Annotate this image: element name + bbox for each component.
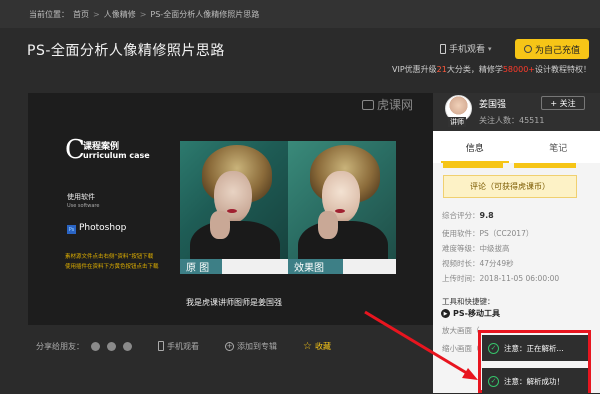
- download-note-2: 使用插件在资料下方黄色按钮点击下载: [65, 262, 159, 270]
- info-duration-row: 视频时长：47分49秒: [442, 258, 514, 269]
- chevron-down-icon: ▾: [488, 45, 492, 53]
- follower-count: 关注人数：45511: [479, 115, 544, 126]
- mobile-watch-label: 手机观看: [449, 42, 485, 55]
- software-value: PS（CC2017）: [480, 229, 534, 238]
- breadcrumb-prefix: 当前位置：: [29, 9, 69, 20]
- add-to-album-label: 添加到专辑: [237, 341, 277, 352]
- label-bar: [222, 259, 288, 274]
- share-label: 分享给朋友：: [36, 341, 84, 352]
- online-value: 2018-11-05 06:00:00: [480, 274, 560, 283]
- watermark-text: 虎课网: [377, 96, 413, 113]
- info-difficulty-row: 难度等级：中级拔高: [442, 243, 510, 254]
- duration-value: 47分49秒: [480, 259, 514, 268]
- tool-item-label: PS-移动工具: [453, 308, 500, 319]
- software-label-en: Use software: [67, 203, 99, 209]
- yellow-button-stub[interactable]: [514, 163, 576, 168]
- tool-item[interactable]: ▶ PS-移动工具: [441, 308, 500, 319]
- breadcrumb-separator: >: [93, 10, 100, 19]
- software-label: 使用软件: [67, 192, 95, 202]
- download-note-1: 素材源文件点击右侧“资料”按钮下载: [65, 252, 153, 260]
- info-score-row: 综合评分：9.8: [442, 210, 494, 221]
- info-label: 综合评分：: [442, 211, 480, 220]
- mobile-watch-link-label: 手机观看: [167, 341, 199, 352]
- original-photo-label: 原 图: [180, 259, 222, 274]
- course-letter: C: [65, 135, 85, 165]
- breadcrumb-separator: >: [140, 10, 147, 19]
- watermark: 虎课网: [362, 96, 413, 113]
- check-circle-icon: ✓: [488, 376, 499, 387]
- add-to-album-button[interactable]: + 添加到专辑: [225, 341, 277, 352]
- review-button[interactable]: 评论（可获得虎课币）: [443, 175, 577, 198]
- info-label: 使用软件：: [442, 229, 480, 238]
- check-circle-icon: ✓: [488, 343, 499, 354]
- result-photo: [288, 141, 396, 274]
- tab-notes[interactable]: 笔记: [517, 131, 600, 163]
- software-name: Photoshop: [79, 223, 126, 233]
- info-label: 视频时长：: [442, 259, 480, 268]
- breadcrumb-category[interactable]: 人像精修: [104, 9, 136, 20]
- toast-text: 注意：正在解析...: [504, 343, 564, 354]
- qq-icon[interactable]: [91, 342, 100, 351]
- video-caption: 我是虎课讲师图师是姜国强: [186, 297, 282, 308]
- vip-promo[interactable]: VIP优惠升级21大分类，精修学58000+设计教程特权！: [392, 64, 591, 75]
- zoom-in-shortcut: 放大画面（: [442, 325, 480, 336]
- toast-notification: ✓ 注意：解析成功！: [482, 368, 588, 394]
- page-title: PS-全面分析人像精修照片思路: [27, 40, 225, 60]
- tools-label: 工具和快捷键：: [442, 296, 495, 307]
- info-software-row: 使用软件：PS（CC2017）: [442, 228, 533, 239]
- photoshop-icon: Ps: [67, 225, 76, 234]
- breadcrumb-current: PS-全面分析人像精修照片思路: [150, 9, 259, 20]
- info-online-row: 上传时间：2018-11-05 06:00:00: [442, 273, 559, 284]
- vip-text: VIP优惠升级: [392, 65, 437, 74]
- result-photo-label: 效果图: [288, 259, 343, 274]
- favorite-button[interactable]: ☆ 收藏: [303, 341, 331, 352]
- yellow-button-stub[interactable]: [443, 163, 503, 168]
- coin-icon: [524, 45, 532, 53]
- share-bar: 分享给朋友： 手机观看 + 添加到专辑 ☆ 收藏: [28, 333, 433, 359]
- huke-logo-icon: [362, 100, 374, 110]
- tab-info[interactable]: 信息: [433, 131, 517, 163]
- weibo-icon[interactable]: [123, 342, 132, 351]
- zoom-out-shortcut: 缩小画面（: [442, 343, 480, 354]
- info-label: 上传时间：: [442, 274, 480, 283]
- toast-notification: ✓ 注意：正在解析...: [482, 335, 588, 361]
- favorite-label: 收藏: [315, 341, 331, 352]
- teacher-name[interactable]: 姜国强: [479, 97, 506, 110]
- mobile-watch-button[interactable]: 手机观看 ▾: [440, 42, 492, 55]
- follow-button[interactable]: + 关注: [541, 96, 585, 110]
- plus-icon: +: [225, 342, 234, 351]
- play-icon: ▶: [441, 309, 450, 318]
- phone-icon: [158, 341, 164, 351]
- recharge-label: 为自己充值: [535, 43, 580, 56]
- course-title-en: urriculum case: [83, 151, 150, 160]
- panel-tabs: 信息 笔记: [433, 131, 600, 163]
- wechat-icon[interactable]: [107, 342, 116, 351]
- phone-icon: [440, 44, 446, 54]
- teacher-tag: 讲师: [448, 117, 466, 127]
- vip-text: 大分类，精修学: [447, 65, 503, 74]
- original-photo: [180, 141, 288, 274]
- star-icon: ☆: [303, 341, 312, 352]
- toast-text: 注意：解析成功！: [504, 376, 564, 387]
- vip-tutorial-count: 58000+: [503, 65, 535, 74]
- score-value: 9.8: [480, 211, 494, 220]
- mobile-watch-link[interactable]: 手机观看: [158, 341, 199, 352]
- recharge-button[interactable]: 为自己充值: [515, 39, 589, 59]
- info-label: 难度等级：: [442, 244, 480, 253]
- difficulty-value: 中级拔高: [480, 244, 510, 253]
- breadcrumb-home[interactable]: 首页: [73, 9, 89, 20]
- label-bar: [343, 259, 396, 274]
- vip-category-count: 21: [437, 65, 447, 74]
- vip-text: 设计教程特权！: [535, 65, 591, 74]
- breadcrumb: 当前位置： 首页 > 人像精修 > PS-全面分析人像精修照片思路: [0, 0, 600, 28]
